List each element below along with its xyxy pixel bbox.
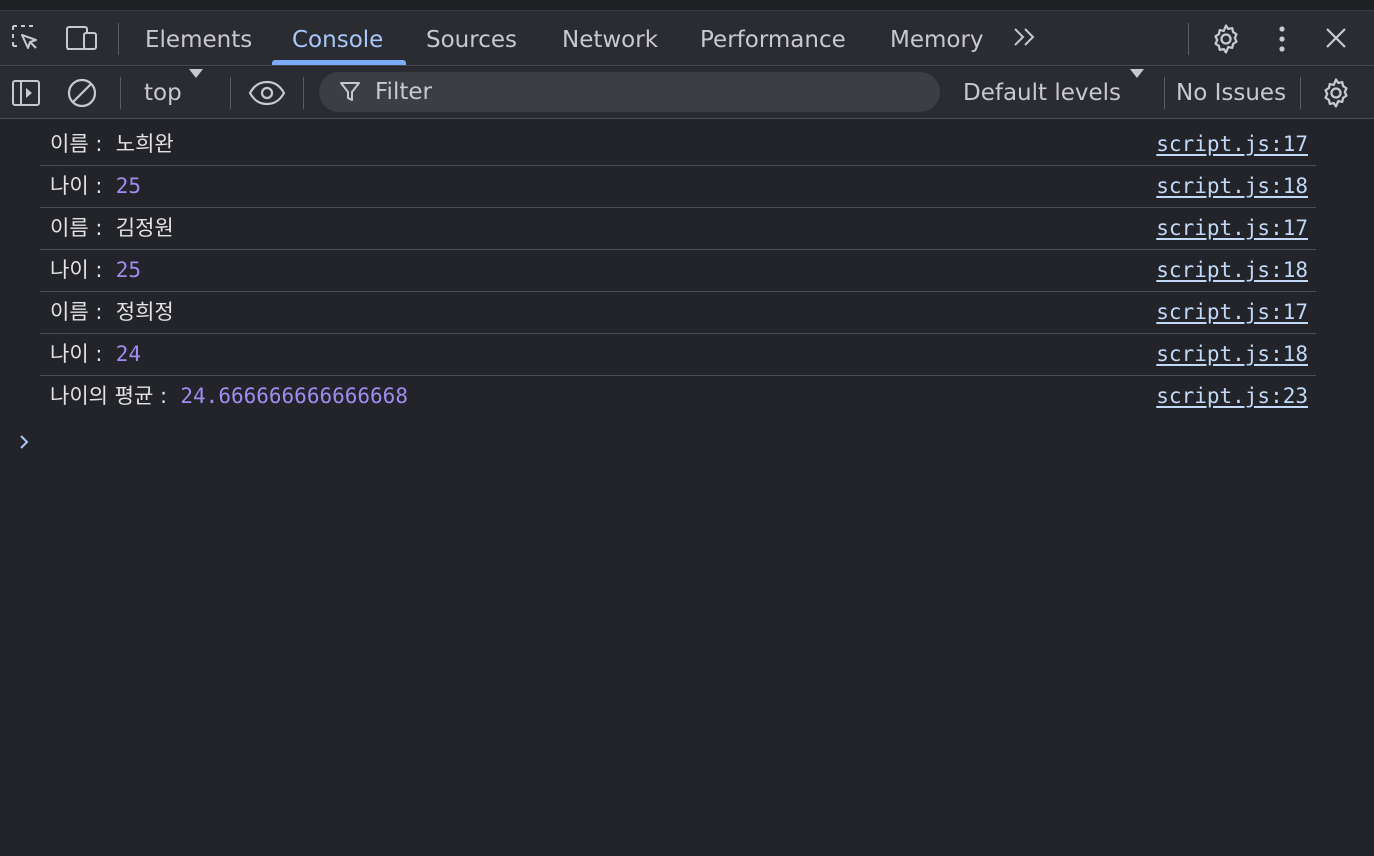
- log-levels-label: Default levels: [963, 80, 1122, 106]
- inspect-element-icon[interactable]: [10, 23, 42, 55]
- tab-bar-separator: [118, 23, 119, 55]
- message-value-number: 24: [115, 342, 142, 366]
- active-tab-indicator: [272, 60, 406, 65]
- source-link[interactable]: script.js:23: [1156, 376, 1308, 417]
- console-message-row: 이름 : 정희정 script.js:17: [40, 292, 1316, 334]
- toolbar-separator: [1164, 77, 1165, 109]
- close-icon[interactable]: [1322, 24, 1350, 52]
- tab-network[interactable]: Network: [562, 11, 658, 66]
- live-expression-eye-icon[interactable]: [248, 79, 286, 107]
- console-message: 나이의 평균 : 24.666666666666668: [50, 376, 408, 417]
- source-link[interactable]: script.js:17: [1156, 208, 1308, 249]
- source-link[interactable]: script.js:17: [1156, 124, 1308, 165]
- message-value: 정희정: [115, 300, 174, 324]
- device-toolbar-icon[interactable]: [64, 23, 100, 55]
- message-label: 이름 :: [50, 300, 116, 324]
- source-link[interactable]: script.js:18: [1156, 166, 1308, 207]
- toolbar-separator: [230, 77, 231, 109]
- message-value: 김정원: [115, 216, 174, 240]
- filter-placeholder: Filter: [375, 79, 432, 105]
- message-label: 이름 :: [50, 132, 116, 156]
- source-link[interactable]: script.js:18: [1156, 334, 1308, 375]
- more-options-kebab-icon[interactable]: [1270, 23, 1294, 55]
- context-selector-label: top: [144, 80, 182, 106]
- source-link[interactable]: script.js:18: [1156, 250, 1308, 291]
- toolbar-separator: [1300, 77, 1301, 109]
- log-levels-dropdown[interactable]: Default levels: [963, 67, 1145, 119]
- tab-console[interactable]: Console: [292, 11, 383, 66]
- console-message: 나이 : 25: [50, 250, 141, 291]
- devtools-tab-bar: Elements Console Sources Network Perform…: [0, 11, 1374, 66]
- console-message-row: 나이 : 25 script.js:18: [40, 250, 1316, 292]
- console-message-row: 나이의 평균 : 24.666666666666668 script.js:23: [40, 376, 1316, 418]
- console-message-row: 이름 : 노희완 script.js:17: [40, 124, 1316, 166]
- tab-elements[interactable]: Elements: [145, 11, 252, 66]
- console-message: 나이 : 25: [50, 166, 141, 207]
- chevron-down-icon: [1129, 67, 1145, 79]
- toolbar-separator: [303, 77, 304, 109]
- chevron-down-icon: [188, 67, 204, 79]
- tab-performance[interactable]: Performance: [700, 11, 846, 66]
- tab-memory[interactable]: Memory: [890, 11, 984, 66]
- console-message-row: 이름 : 김정원 script.js:17: [40, 208, 1316, 250]
- message-label: 나이의 평균 :: [50, 384, 181, 408]
- message-label: 나이 :: [50, 174, 116, 198]
- clear-console-icon[interactable]: [65, 76, 99, 110]
- context-selector[interactable]: top: [144, 67, 203, 119]
- console-message: 이름 : 김정원: [50, 208, 174, 249]
- message-label: 이름 :: [50, 216, 116, 240]
- settings-gear-icon[interactable]: [1208, 22, 1244, 56]
- console-message: 이름 : 노희완: [50, 124, 174, 165]
- message-value-number: 25: [115, 174, 142, 198]
- toolbar-separator: [120, 77, 121, 109]
- message-value-number: 24.666666666666668: [180, 384, 408, 408]
- window-top-strip: [0, 0, 1374, 11]
- filter-input[interactable]: Filter: [319, 72, 940, 112]
- console-message: 나이 : 24: [50, 334, 141, 375]
- more-tabs-chevron-icon[interactable]: [1010, 23, 1042, 51]
- tab-bar-separator-right: [1188, 23, 1189, 55]
- message-value: 노희완: [115, 132, 174, 156]
- console-message-row: 나이 : 24 script.js:18: [40, 334, 1316, 376]
- tab-sources[interactable]: Sources: [426, 11, 517, 66]
- console-toolbar: top Filter Default levels No Issues: [0, 67, 1374, 119]
- message-label: 나이 :: [50, 258, 116, 282]
- sidebar-toggle-icon[interactable]: [10, 77, 42, 109]
- console-settings-gear-icon[interactable]: [1318, 75, 1354, 111]
- console-message-row: 나이 : 25 script.js:18: [40, 166, 1316, 208]
- console-prompt-chevron-icon[interactable]: [16, 432, 32, 452]
- message-value-number: 25: [115, 258, 142, 282]
- message-label: 나이 :: [50, 342, 116, 366]
- filter-funnel-icon: [339, 80, 361, 104]
- source-link[interactable]: script.js:17: [1156, 292, 1308, 333]
- console-message: 이름 : 정희정: [50, 292, 174, 333]
- issues-counter[interactable]: No Issues: [1176, 67, 1286, 119]
